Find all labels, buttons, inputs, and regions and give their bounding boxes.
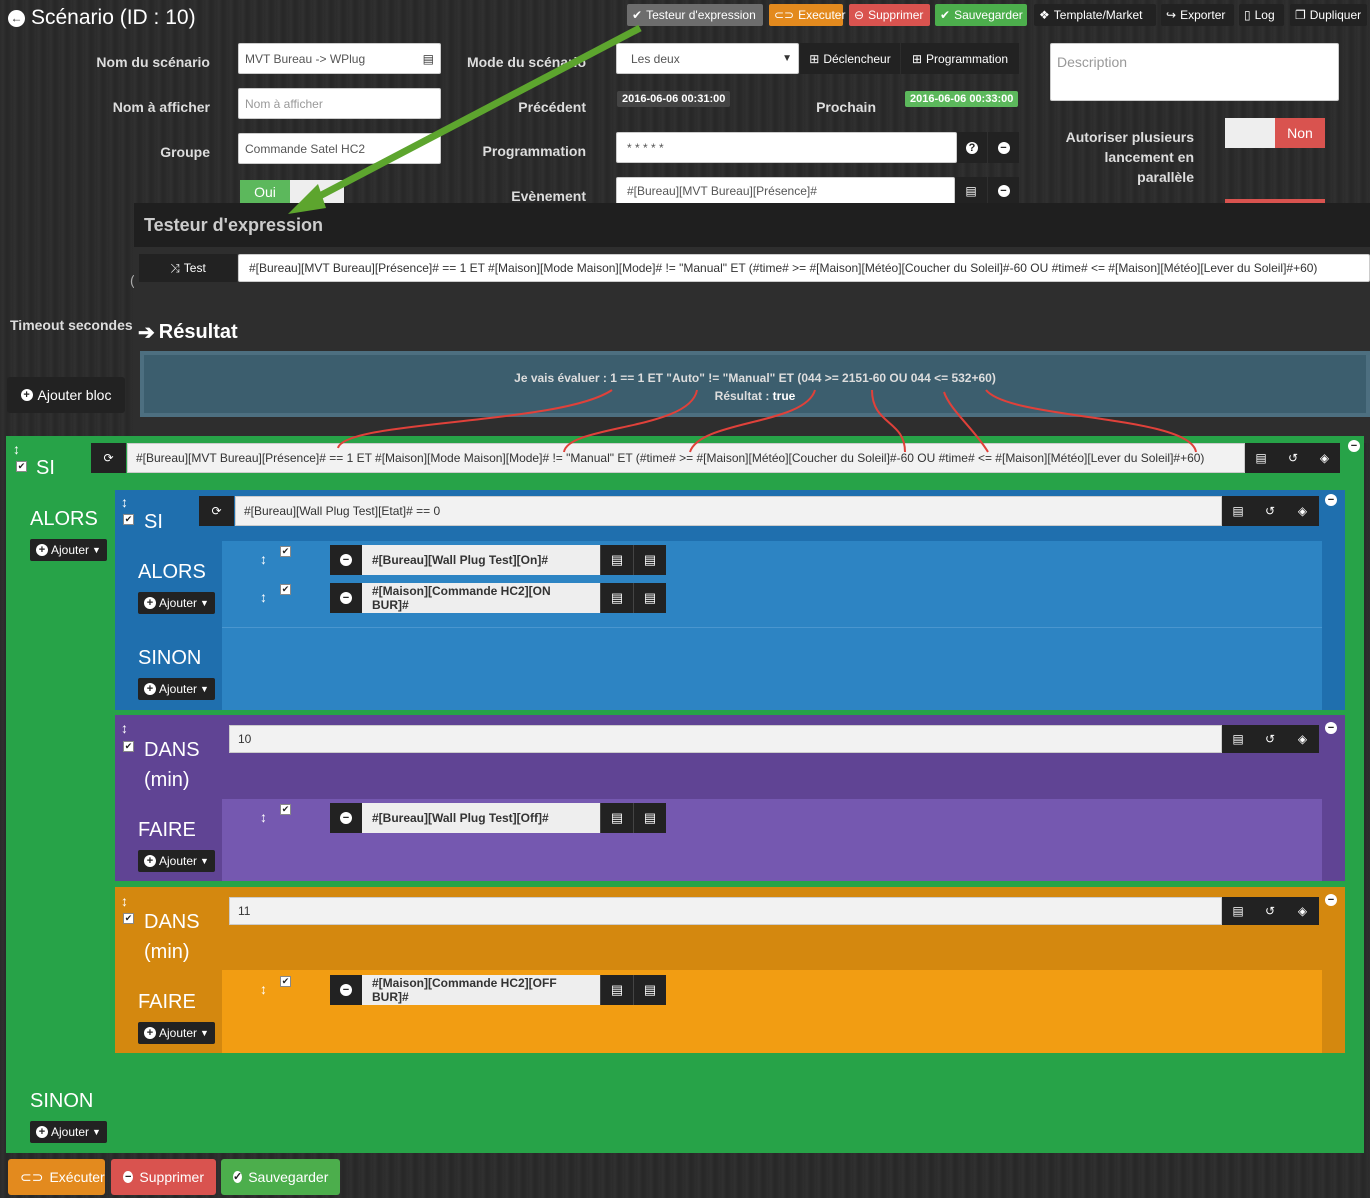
annotation-overlay: [288, 24, 1197, 453]
annotation-green-arrowhead: [288, 184, 326, 214]
annotation-red-curves: [337, 389, 1197, 453]
annotation-green-arrow: [310, 24, 642, 204]
